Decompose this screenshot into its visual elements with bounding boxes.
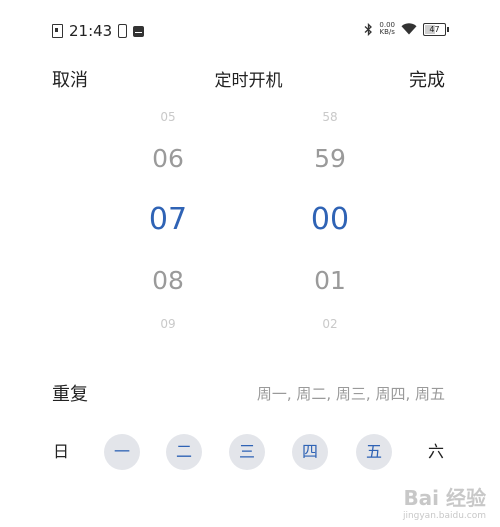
message-icon: [133, 25, 145, 37]
repeat-summary: 周一, 周二, 周三, 周四, 周五: [256, 385, 445, 403]
minute-picker[interactable]: 58 59 00 01 02: [290, 108, 370, 338]
minute-option[interactable]: 59: [290, 144, 370, 173]
minute-option[interactable]: 01: [290, 266, 370, 295]
net-speed: 0.00 KB/s: [379, 22, 395, 36]
battery-icon: 47: [423, 22, 449, 36]
hour-option[interactable]: 05: [128, 110, 208, 124]
minute-option[interactable]: 02: [290, 317, 370, 331]
day-tuesday[interactable]: 二: [166, 434, 202, 470]
bluetooth-icon: [364, 22, 373, 36]
day-saturday[interactable]: 六: [418, 434, 454, 470]
hour-option-selected[interactable]: 07: [128, 202, 208, 237]
hour-picker[interactable]: 05 06 07 08 09: [128, 108, 208, 338]
phone-icon: [118, 24, 128, 38]
weekday-selector: 日 一 二 三 四 五 六: [52, 434, 448, 470]
battery-percent: 47: [429, 24, 440, 34]
hour-option[interactable]: 09: [128, 317, 208, 331]
minute-option[interactable]: 58: [290, 110, 370, 124]
hour-option[interactable]: 06: [128, 144, 208, 173]
status-bar: 21:43 0.00 KB/s 47: [52, 22, 449, 42]
day-monday[interactable]: 一: [104, 434, 140, 470]
watermark-logo: Bai 经验: [403, 486, 486, 510]
done-button[interactable]: 完成: [409, 66, 445, 92]
cancel-button[interactable]: 取消: [52, 66, 88, 92]
status-time: 21:43: [69, 22, 113, 40]
hour-option[interactable]: 08: [128, 266, 208, 295]
watermark: Bai 经验 jingyan.baidu.com: [403, 482, 486, 521]
status-right: 0.00 KB/s 47: [364, 22, 449, 36]
day-wednesday[interactable]: 三: [229, 434, 265, 470]
minute-option-selected[interactable]: 00: [290, 202, 370, 237]
page-title: 定时开机: [214, 71, 283, 91]
watermark-url: jingyan.baidu.com: [402, 511, 486, 521]
header: 定时开机 取消 完成: [52, 66, 445, 92]
day-friday[interactable]: 五: [356, 434, 392, 470]
wifi-icon: [401, 23, 417, 35]
repeat-row[interactable]: 重复 周一, 周二, 周三, 周四, 周五: [52, 380, 445, 406]
net-speed-unit: KB/s: [379, 28, 395, 36]
status-left: 21:43: [52, 22, 145, 40]
sim-icon: [52, 24, 63, 38]
day-sunday[interactable]: 日: [43, 434, 79, 470]
repeat-label: 重复: [52, 384, 88, 405]
day-thursday[interactable]: 四: [292, 434, 328, 470]
